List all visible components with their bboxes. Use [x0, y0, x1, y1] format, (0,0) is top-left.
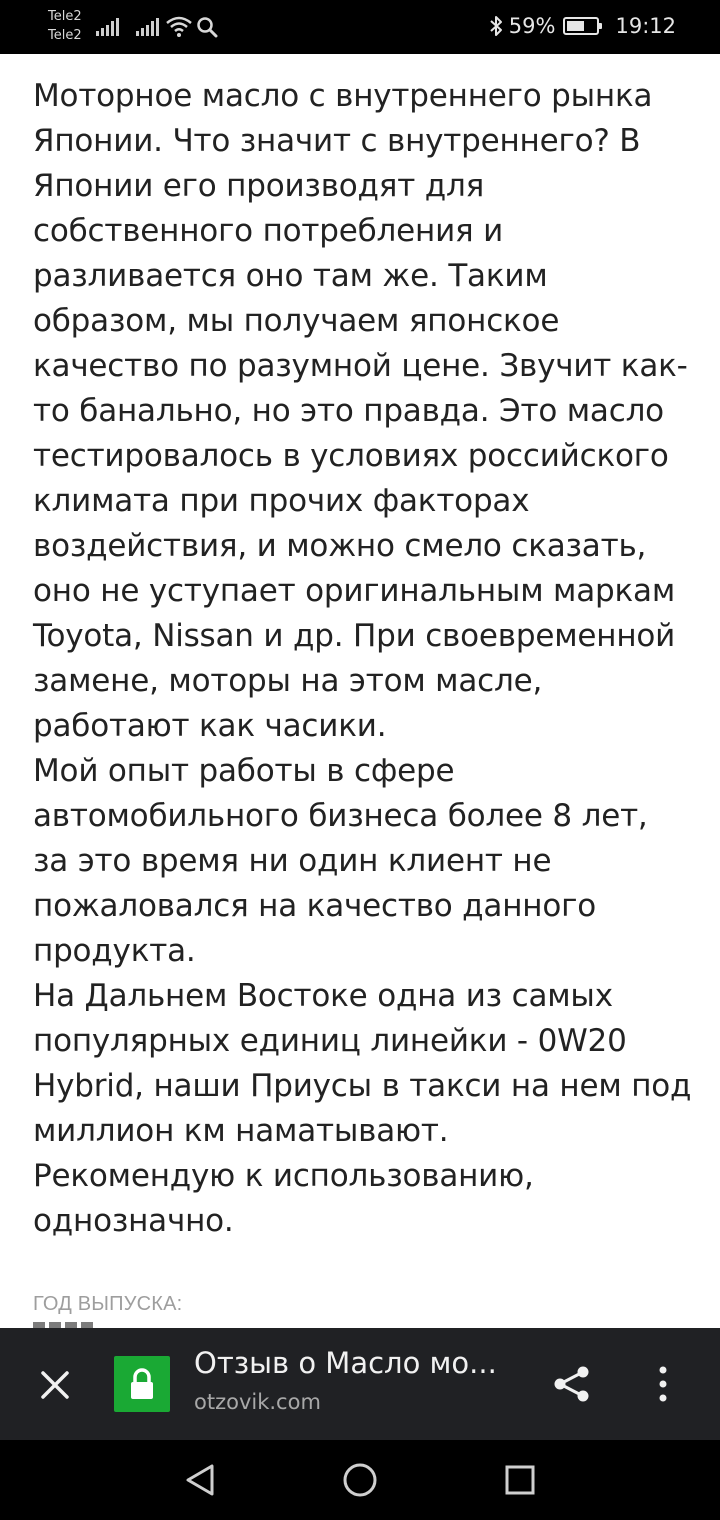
status-right: 59% 19:12 — [489, 14, 676, 38]
share-button[interactable] — [546, 1358, 598, 1410]
system-nav-bar — [0, 1440, 720, 1520]
signal-icon — [136, 18, 159, 36]
home-button[interactable] — [338, 1458, 382, 1507]
more-options-button[interactable] — [640, 1358, 686, 1410]
carrier-names: Tele2 Tele2 — [48, 7, 82, 45]
year-value-partial — [33, 1318, 113, 1328]
review-paragraph-3: На Дальнем Востоке одна из самых популяр… — [33, 978, 692, 1149]
review-paragraph-1: Моторное масло с внутреннего рынка Япони… — [33, 78, 688, 744]
more-vert-icon — [659, 1366, 667, 1402]
review-text: Моторное масло с внутреннего рынка Япони… — [33, 74, 693, 1244]
signal-icon — [96, 18, 119, 36]
close-icon — [41, 1371, 69, 1399]
recent-apps-button[interactable] — [498, 1458, 542, 1507]
back-icon — [186, 1464, 214, 1496]
battery-fill — [567, 21, 584, 31]
home-icon — [343, 1463, 377, 1497]
review-paragraph-2: Мой опыт работы в сфере автомобильного б… — [33, 753, 648, 969]
share-icon — [554, 1366, 589, 1402]
close-tab-button[interactable] — [28, 1358, 82, 1412]
recent-apps-icon — [505, 1465, 535, 1495]
year-label: ГОД ВЫПУСКА: — [33, 1293, 183, 1315]
carrier-1: Tele2 — [48, 9, 82, 24]
secure-connection-button[interactable] — [114, 1356, 170, 1412]
page-title[interactable]: Отзыв о Масло мо... — [194, 1346, 524, 1380]
carrier-2: Tele2 — [48, 28, 82, 43]
search-icon — [197, 17, 218, 38]
back-button[interactable] — [178, 1458, 222, 1507]
custom-tab-bar: Отзыв о Масло мо... otzovik.com — [0, 1328, 720, 1440]
page-domain[interactable]: otzovik.com — [194, 1390, 321, 1414]
review-paragraph-4: Рекомендую к использованию, однозначно. — [33, 1158, 534, 1239]
wifi-icon — [166, 16, 192, 37]
bluetooth-icon — [490, 16, 502, 36]
battery-icon — [563, 17, 603, 35]
battery-percent: 59% — [508, 14, 556, 38]
lock-icon — [131, 1368, 153, 1399]
status-time: 19:12 — [615, 14, 676, 38]
status-bar: Tele2 Tele2 59% 19:12 — [0, 0, 720, 54]
